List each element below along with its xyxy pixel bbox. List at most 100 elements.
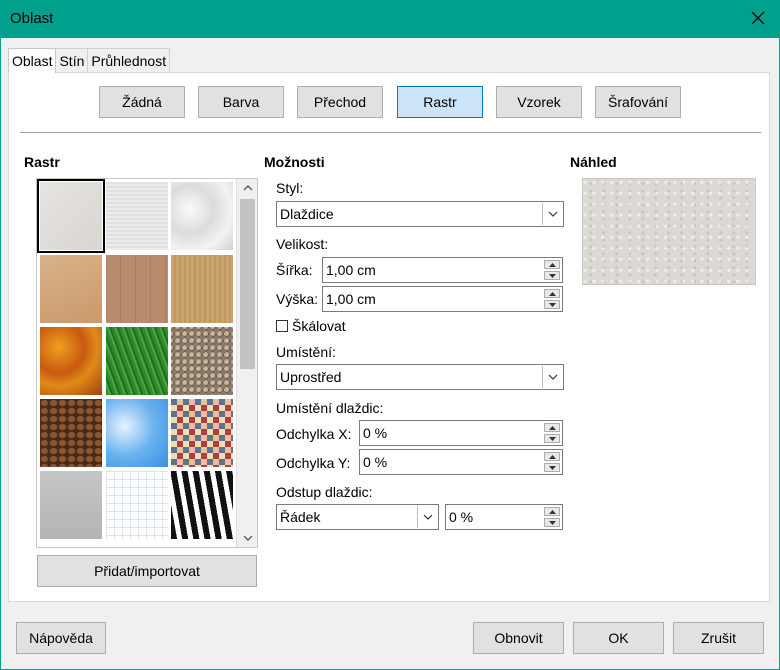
offset-x-spinner[interactable] [544, 423, 560, 443]
spin-up-icon[interactable] [544, 289, 560, 298]
offset-y-value: 0 % [363, 454, 388, 470]
offset-y-spinner[interactable] [544, 452, 560, 472]
tile-offset-value: 0 % [449, 509, 474, 525]
tile-offset-spinner[interactable] [544, 507, 560, 527]
tile-position-label: Umístění dlaždic: [276, 400, 384, 416]
style-select[interactable]: Dlaždice [276, 201, 564, 227]
offset-x-value: 0 % [363, 425, 388, 441]
offset-y-label: Odchylka Y: [276, 455, 351, 471]
height-value: 1,00 cm [326, 291, 376, 307]
tile-offset-mode-select[interactable]: Řádek [276, 504, 439, 530]
add-import-label: Přidat/importovat [94, 563, 200, 579]
fill-gradient-label: Přechod [313, 94, 367, 110]
raster-grid [36, 178, 258, 548]
fill-bitmap-label: Rastr [423, 94, 457, 110]
cancel-button[interactable]: Zrušit [673, 622, 764, 654]
ok-label: OK [608, 630, 629, 646]
raster-tile[interactable] [40, 327, 102, 395]
fill-color-button[interactable]: Barva [198, 86, 284, 118]
position-select[interactable]: Uprostřed [276, 364, 564, 390]
height-spinner[interactable] [544, 289, 560, 309]
raster-tile[interactable] [106, 399, 168, 467]
fill-pattern-button[interactable]: Vzorek [496, 86, 582, 118]
fill-bitmap-button[interactable]: Rastr [397, 86, 483, 118]
chevron-down-icon [417, 506, 437, 528]
height-label: Výška: [276, 291, 319, 307]
style-value: Dlaždice [280, 206, 334, 222]
size-label: Velikost: [276, 236, 329, 252]
help-label: Nápověda [29, 630, 93, 646]
raster-tile[interactable] [106, 327, 168, 395]
spin-down-icon[interactable] [544, 434, 560, 443]
scroll-thumb[interactable] [240, 199, 255, 369]
raster-title: Rastr [24, 154, 60, 170]
tile-offset-label: Odstup dlaždic: [276, 484, 373, 500]
tab-transparency[interactable]: Průhlednost [87, 48, 171, 72]
raster-tile[interactable] [106, 255, 168, 323]
width-field[interactable]: 1,00 cm [322, 257, 563, 283]
cancel-label: Zrušit [701, 630, 736, 646]
spin-up-icon[interactable] [544, 507, 560, 516]
tab-area[interactable]: Oblast [8, 48, 57, 73]
fill-pattern-label: Vzorek [517, 94, 561, 110]
raster-tile[interactable] [171, 327, 233, 395]
tile-offset-field[interactable]: 0 % [445, 504, 563, 530]
raster-tile[interactable] [171, 255, 233, 323]
fill-hatch-button[interactable]: Šrafování [595, 86, 681, 118]
add-import-button[interactable]: Přidat/importovat [37, 555, 257, 587]
scale-checkbox[interactable]: Škálovat [276, 318, 346, 334]
offset-y-field[interactable]: 0 % [359, 449, 563, 475]
style-label: Styl: [276, 180, 304, 196]
spin-down-icon[interactable] [544, 271, 560, 280]
position-value: Uprostřed [280, 369, 342, 385]
raster-tile[interactable] [40, 471, 102, 539]
spin-down-icon[interactable] [544, 518, 560, 527]
help-button[interactable]: Nápověda [16, 622, 106, 654]
raster-scrollbar[interactable] [236, 179, 257, 547]
chevron-down-icon [542, 203, 562, 225]
fill-hatch-label: Šrafování [608, 94, 668, 110]
raster-tile[interactable] [171, 471, 233, 539]
options-title: Možnosti [264, 154, 325, 170]
tab-bar: Oblast Stín Průhlednost [8, 48, 171, 73]
tile-offset-mode-value: Řádek [280, 509, 321, 525]
close-button[interactable] [746, 6, 770, 30]
width-value: 1,00 cm [326, 262, 376, 278]
ok-button[interactable]: OK [573, 622, 664, 654]
raster-tile[interactable] [106, 182, 168, 250]
close-icon [751, 11, 765, 25]
fill-none-label: Žádná [122, 94, 162, 110]
tab-shadow[interactable]: Stín [55, 48, 89, 72]
raster-tile[interactable] [37, 179, 105, 253]
separator [20, 132, 761, 133]
raster-tile[interactable] [106, 471, 168, 539]
spin-up-icon[interactable] [544, 423, 560, 432]
window-title: Oblast [10, 10, 54, 27]
offset-x-label: Odchylka X: [276, 426, 352, 442]
scroll-down-icon[interactable] [237, 529, 258, 547]
preview-title: Náhled [570, 154, 617, 170]
raster-tile[interactable] [40, 255, 102, 323]
spin-up-icon[interactable] [544, 260, 560, 269]
reset-button[interactable]: Obnovit [473, 622, 564, 654]
reset-label: Obnovit [494, 630, 543, 646]
preview-image [582, 178, 756, 285]
scroll-up-icon[interactable] [237, 179, 258, 197]
position-label: Umístění: [276, 344, 336, 360]
raster-tile[interactable] [171, 182, 233, 250]
spin-up-icon[interactable] [544, 452, 560, 461]
offset-x-field[interactable]: 0 % [359, 420, 563, 446]
chevron-down-icon [542, 366, 562, 388]
fill-gradient-button[interactable]: Přechod [297, 86, 383, 118]
title-bar [0, 0, 780, 38]
width-spinner[interactable] [544, 260, 560, 280]
checkbox-box[interactable] [276, 320, 288, 332]
spin-down-icon[interactable] [544, 300, 560, 309]
height-field[interactable]: 1,00 cm [322, 286, 563, 312]
raster-tile[interactable] [171, 399, 233, 467]
raster-tile[interactable] [40, 399, 102, 467]
fill-none-button[interactable]: Žádná [99, 86, 185, 118]
spin-down-icon[interactable] [544, 463, 560, 472]
scale-label: Škálovat [292, 318, 346, 334]
fill-color-label: Barva [222, 94, 260, 110]
